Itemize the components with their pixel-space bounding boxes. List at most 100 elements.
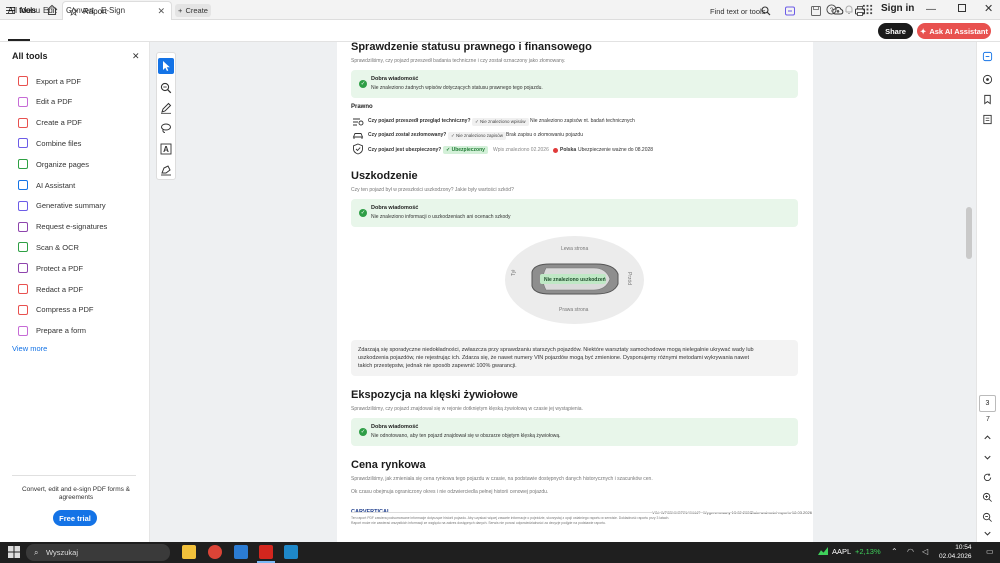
tool-icon (18, 263, 28, 274)
comment-sparkle-icon[interactable] (982, 51, 993, 62)
tab-all-tools[interactable]: All tools (8, 6, 36, 15)
tool-item[interactable]: Protect a PDF (18, 261, 83, 275)
chevron-up-icon[interactable]: ⌃ (891, 547, 898, 556)
tab-e-sign[interactable]: E-Sign (101, 6, 125, 15)
insured-date: Wpis znaleziono 02.2026 (493, 147, 549, 153)
market-price-text: Ok czasu obejmuja ograniczony okres i ni… (351, 489, 549, 495)
current-page-field[interactable]: 3 (979, 395, 996, 412)
insured-status-text: Ubezpieczony (451, 147, 485, 153)
front-label: Przód (626, 272, 632, 286)
chevron-down-icon[interactable] (982, 452, 993, 463)
tool-label: Scan & OCR (36, 242, 79, 252)
section-title-natural-disasters: Ekspozycja na klęski żywiołowe (351, 389, 518, 401)
good-news-box: ✓ Dobra wiadomość Nie znaleziono żadnych… (351, 70, 798, 98)
legal-label: Prawno (351, 104, 373, 110)
tool-item[interactable]: Edit a PDF (18, 95, 72, 109)
close-tab-icon[interactable]: ✕ (157, 6, 165, 17)
tool-icon (18, 180, 28, 190)
text-tool-icon[interactable]: A (160, 143, 172, 155)
notification-icon[interactable]: ▭ (986, 547, 994, 556)
app-window: Menu Raport ✕ + Create ? Sign in — ✕ All… (0, 0, 1000, 563)
tool-item[interactable]: Create a PDF (18, 116, 82, 130)
save-icon[interactable] (810, 5, 822, 17)
close-window-icon[interactable]: ✕ (984, 2, 993, 15)
panel-title: All tools (12, 51, 48, 61)
tool-label: Combine files (36, 138, 82, 148)
windows-start-icon[interactable] (8, 546, 20, 558)
tool-item[interactable]: Request e-signatures (18, 220, 107, 234)
chrome-icon[interactable] (208, 545, 222, 559)
footer-disclaimer: Raport może nie zawierać wszystkich info… (351, 521, 606, 525)
good-news-text: Nie znaleziono żadnych wpisów dotyczącyc… (371, 85, 543, 91)
refresh-icon[interactable] (982, 472, 993, 483)
right-side-label: Prawa strona (559, 307, 589, 313)
scroll-down-icon[interactable] (982, 528, 993, 539)
tool-item[interactable]: Prepare a form (18, 324, 86, 338)
page-thumbnails-icon[interactable] (982, 114, 993, 125)
acrobat-icon[interactable] (259, 545, 273, 559)
tool-label: Edit a PDF (36, 97, 73, 107)
section-title-damage: Uszkodzenie (351, 170, 418, 182)
close-panel-icon[interactable]: ✕ (132, 51, 140, 62)
tool-icon (18, 221, 28, 232)
share-button[interactable]: Share (878, 23, 913, 39)
tool-item[interactable]: Redact a PDF (18, 282, 83, 296)
zoom-in-icon[interactable] (982, 492, 993, 503)
tool-label: Generative summary (36, 201, 106, 211)
stamp-tool-icon[interactable] (160, 164, 172, 176)
mail-icon[interactable] (234, 545, 248, 559)
sign-in-link[interactable]: Sign in (881, 3, 914, 14)
inspection-status-text: Nie znaleziono wpisów (480, 119, 526, 124)
tool-item[interactable]: AI Assistant (18, 178, 75, 192)
bookmark-icon[interactable] (982, 94, 993, 105)
upload-cloud-icon[interactable] (832, 5, 844, 17)
zoom-tool-icon[interactable] (160, 82, 172, 94)
maximize-icon[interactable] (958, 4, 966, 12)
search-icon[interactable] (761, 6, 771, 16)
tab-convert[interactable]: Convert (66, 6, 94, 15)
flag-poland-icon (553, 148, 558, 153)
create-button[interactable]: + Create (175, 4, 211, 17)
tool-item[interactable]: Export a PDF (18, 74, 81, 88)
clock-date: 02.04.2026 (939, 553, 972, 560)
tool-icon (18, 284, 28, 294)
footer-divider (351, 512, 798, 513)
zoom-out-icon[interactable] (982, 512, 993, 523)
tool-item[interactable]: Scan & OCR (18, 240, 79, 254)
wifi-icon[interactable]: ◠ (907, 547, 914, 556)
file-explorer-icon[interactable] (182, 545, 196, 559)
stock-ticker[interactable]: AAPL (832, 547, 851, 556)
volume-icon[interactable]: ◁ (922, 547, 928, 556)
insured-country: Polska (560, 147, 577, 153)
section-title-market-price: Cena rynkowa (351, 459, 426, 471)
tool-icon (18, 325, 28, 336)
tool-item[interactable]: Compress a PDF (18, 303, 94, 317)
vertical-scrollbar-thumb[interactable] (966, 207, 972, 259)
taskbar-clock[interactable]: 10:54 02.04.2026 (939, 543, 972, 561)
tool-item[interactable]: Organize pages (18, 157, 89, 171)
free-trial-button[interactable]: Free trial (53, 510, 97, 526)
select-tool-button[interactable] (158, 58, 174, 74)
tool-item[interactable]: Combine files (18, 136, 81, 150)
print-icon[interactable] (854, 5, 866, 17)
lasso-tool-icon[interactable] (160, 122, 172, 134)
tool-icon (18, 117, 28, 128)
clock-time: 10:54 (955, 544, 972, 551)
total-pages: 7 (986, 416, 990, 423)
ai-tools-icon[interactable] (784, 5, 796, 17)
tool-icon (18, 159, 28, 170)
tab-edit[interactable]: Edit (43, 6, 57, 15)
chevron-up-icon[interactable] (982, 432, 993, 443)
minimize-icon[interactable]: — (926, 4, 936, 15)
view-more-link[interactable]: View more (12, 344, 47, 353)
find-text-label[interactable]: Find text or tools (710, 7, 765, 16)
back-label: Tył (511, 269, 517, 276)
pen-tool-icon[interactable] (160, 102, 172, 114)
ask-ai-assistant-button[interactable]: ✦ Ask AI Assistant (917, 23, 991, 39)
bell-icon[interactable] (844, 4, 854, 15)
app-icon[interactable] (284, 545, 298, 559)
ai-assistant-icon[interactable] (982, 74, 993, 85)
tool-item[interactable]: Generative summary (18, 199, 106, 213)
taskbar-search-box[interactable]: Wyszukaj (26, 544, 170, 561)
tool-label: Prepare a form (36, 326, 87, 336)
